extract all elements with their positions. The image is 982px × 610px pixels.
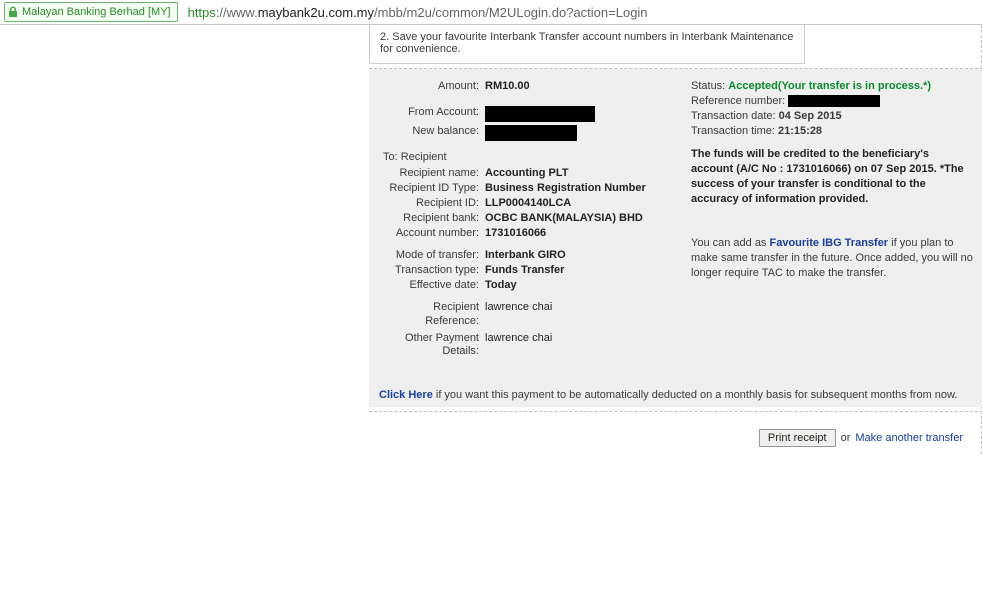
status-value: Accepted(Your transfer is in process.*) bbox=[728, 80, 931, 92]
ssl-badge: Malayan Banking Berhad [MY] bbox=[4, 2, 178, 22]
recipient-bank-label: Recipient bank: bbox=[379, 212, 485, 224]
footer-actions: Print receipt or Make another transfer bbox=[369, 412, 979, 454]
lock-icon bbox=[8, 6, 18, 18]
favourite-note: You can add as Favourite IBG Transfer if… bbox=[691, 236, 973, 281]
transaction-date-label: Transaction date: bbox=[691, 110, 779, 122]
ssl-org: Malayan Banking Berhad [MY] bbox=[22, 3, 171, 21]
receipt-right: Status: Accepted(Your transfer is in pro… bbox=[679, 77, 973, 362]
address-bar: Malayan Banking Berhad [MY] https://www.… bbox=[0, 0, 982, 25]
url-scheme: https bbox=[188, 5, 216, 20]
recipient-name-value: Accounting PLT bbox=[485, 167, 569, 179]
recipient-reference-label: Recipient Reference: bbox=[379, 301, 485, 329]
recipient-id-value: LLP0004140LCA bbox=[485, 197, 571, 209]
print-receipt-button[interactable]: Print receipt bbox=[759, 429, 836, 447]
tip-text: Save your favourite Interbank Transfer a… bbox=[380, 31, 793, 55]
other-payment-details-value: lawrence chai bbox=[485, 332, 552, 360]
reference-label: Reference number: bbox=[691, 95, 788, 107]
url-domain: maybank2u.com.my bbox=[258, 5, 374, 20]
from-account-label: From Account: bbox=[379, 106, 485, 122]
receipt-left: Amount:RM10.00 From Account: New balance… bbox=[379, 77, 679, 362]
status-label: Status: bbox=[691, 80, 728, 92]
recipient-reference-value: lawrence chai bbox=[485, 301, 552, 329]
auto-deduct-text: if you want this payment to be automatic… bbox=[433, 389, 958, 401]
redacted-block bbox=[485, 106, 595, 122]
new-balance-label: New balance: bbox=[379, 125, 485, 141]
tip-number: 2. bbox=[380, 31, 389, 43]
amount-label: Amount: bbox=[379, 80, 485, 92]
recipient-id-type-value: Business Registration Number bbox=[485, 182, 646, 194]
transaction-date-value: 04 Sep 2015 bbox=[779, 110, 842, 122]
recipient-id-type-label: Recipient ID Type: bbox=[379, 182, 485, 194]
click-here-link[interactable]: Click Here bbox=[379, 389, 433, 401]
recipient-id-label: Recipient ID: bbox=[379, 197, 485, 209]
url-path: /mbb/m2u/common/M2ULogin.do?action=Login bbox=[374, 5, 648, 20]
redacted-block bbox=[788, 95, 880, 107]
transaction-time-label: Transaction time: bbox=[691, 125, 778, 137]
mode-label: Mode of transfer: bbox=[379, 249, 485, 261]
recipient-name-label: Recipient name: bbox=[379, 167, 485, 179]
favourite-link[interactable]: Favourite IBG Transfer bbox=[770, 237, 889, 249]
account-number-value: 1731016066 bbox=[485, 227, 546, 239]
auto-deduct-note: Click Here if you want this payment to b… bbox=[379, 388, 973, 403]
tip-box: 2. Save your favourite Interbank Transfe… bbox=[369, 25, 805, 64]
to-recipient-header: To: Recipient bbox=[383, 151, 679, 163]
fav-pre: You can add as bbox=[691, 237, 770, 249]
url-field[interactable]: https://www.maybank2u.com.my/mbb/m2u/com… bbox=[182, 5, 982, 20]
receipt-panel: Amount:RM10.00 From Account: New balance… bbox=[369, 69, 982, 407]
transaction-type-value: Funds Transfer bbox=[485, 264, 564, 276]
or-text: or bbox=[841, 432, 851, 444]
transaction-time-value: 21:15:28 bbox=[778, 125, 822, 137]
new-balance-value bbox=[485, 125, 577, 141]
amount-value: RM10.00 bbox=[485, 80, 530, 92]
url-sep: ://www. bbox=[216, 5, 258, 20]
credit-note: The funds will be credited to the benefi… bbox=[691, 147, 973, 206]
make-another-transfer-link[interactable]: Make another transfer bbox=[855, 432, 963, 444]
account-number-label: Account number: bbox=[379, 227, 485, 239]
mode-value: Interbank GIRO bbox=[485, 249, 566, 261]
recipient-bank-value: OCBC BANK(MALAYSIA) BHD bbox=[485, 212, 643, 224]
transaction-type-label: Transaction type: bbox=[379, 264, 485, 276]
effective-date-label: Effective date: bbox=[379, 279, 485, 291]
other-payment-details-label: Other Payment Details: bbox=[379, 332, 485, 360]
effective-date-value: Today bbox=[485, 279, 517, 291]
from-account-value bbox=[485, 106, 595, 122]
redacted-block bbox=[485, 125, 577, 141]
